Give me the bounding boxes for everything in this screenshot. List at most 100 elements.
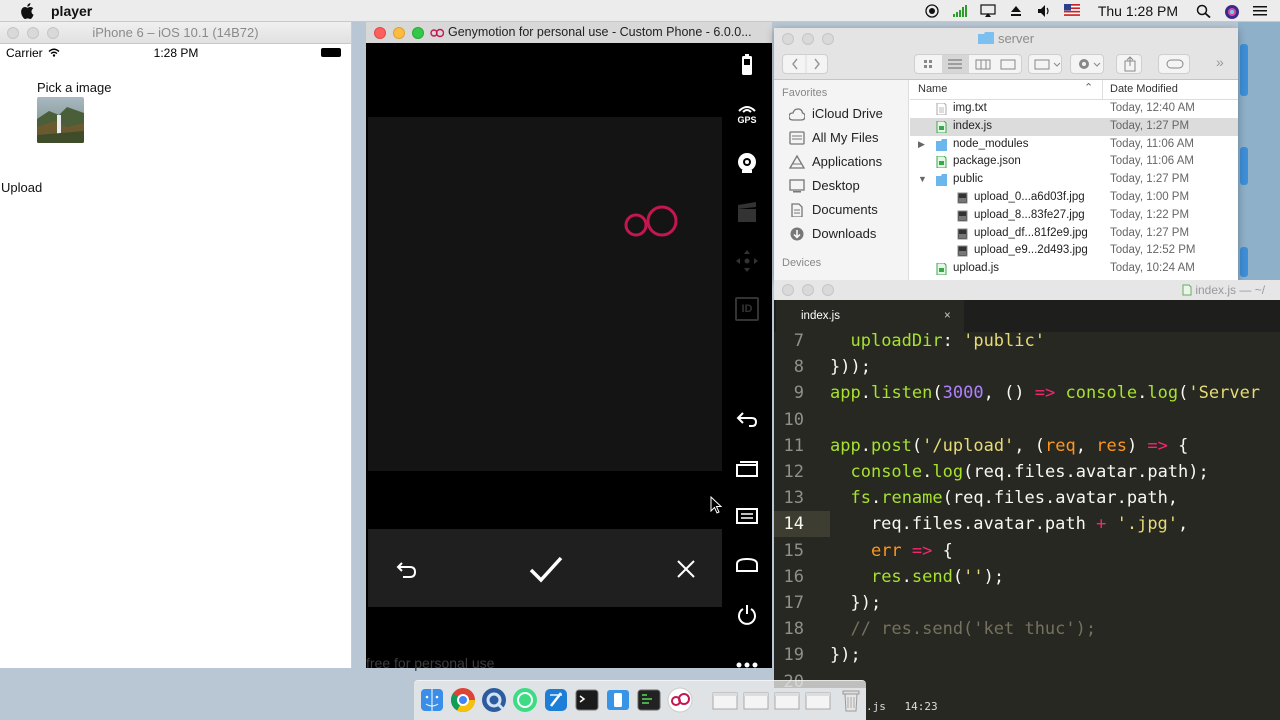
tab-index-js[interactable]: index.js ×	[776, 300, 964, 332]
genymotion-icon[interactable]	[666, 686, 694, 714]
record-icon[interactable]	[924, 4, 940, 18]
terminal-icon[interactable]	[573, 686, 601, 714]
desktop-folder-icon[interactable]	[1240, 247, 1248, 277]
webcam-widget-icon[interactable]	[735, 151, 759, 175]
window-icon[interactable]	[742, 686, 770, 714]
code-line[interactable]: app.listen(3000, () => console.log('Serv…	[830, 380, 1260, 406]
more-options-icon[interactable]	[735, 653, 759, 677]
sidebar-item-icloud-drive[interactable]: iCloud Drive	[774, 102, 908, 126]
android-screen[interactable]: free for personal use	[366, 43, 722, 671]
close-button[interactable]	[7, 27, 19, 39]
file-row[interactable]: upload_0...a6d03f.jpg Today, 1:00 PM	[910, 189, 1238, 207]
code-line[interactable]: fs.rename(req.files.avatar.path,	[830, 485, 1178, 511]
identifiers-widget-icon[interactable]: ID	[735, 297, 759, 321]
code-line[interactable]: uploadDir: 'public'	[830, 332, 1045, 354]
file-row[interactable]: package.json Today, 11:06 AM	[910, 153, 1238, 171]
file-row[interactable]: ▶ node_modules Today, 11:06 AM	[910, 136, 1238, 154]
us-flag-icon[interactable]	[1063, 4, 1080, 18]
zoom-button[interactable]	[47, 27, 59, 39]
signal-icon[interactable]	[952, 4, 968, 18]
selected-image-thumbnail[interactable]	[37, 97, 84, 143]
screencast-widget-icon[interactable]	[735, 201, 759, 225]
desktop-folder-icon[interactable]	[1240, 147, 1248, 185]
xcode-icon[interactable]	[542, 686, 570, 714]
menu-clock[interactable]: Thu 1:28 PM	[1098, 3, 1178, 19]
minimize-button[interactable]	[27, 27, 39, 39]
file-row[interactable]: upload_e9...2d493.jpg Today, 12:52 PM	[910, 242, 1238, 260]
view-mode-buttons[interactable]	[914, 54, 1022, 74]
minimize-button[interactable]	[802, 33, 814, 45]
trash-icon[interactable]	[837, 686, 865, 714]
close-button[interactable]	[374, 27, 386, 39]
zoom-button[interactable]	[822, 33, 834, 45]
simulator-icon[interactable]	[604, 686, 632, 714]
simulator-titlebar[interactable]: iPhone 6 – iOS 10.1 (14B72)	[0, 22, 351, 44]
minimize-button[interactable]	[802, 284, 814, 296]
app-name[interactable]: player	[51, 3, 92, 19]
gps-widget-icon[interactable]: GPS	[735, 103, 759, 127]
code-area[interactable]: uploadDir: 'public'})); app.listen(3000, …	[830, 332, 1280, 688]
chrome-icon[interactable]	[449, 686, 477, 714]
code-line[interactable]: req.files.avatar.path + '.jpg',	[830, 511, 1188, 537]
window-icon[interactable]	[773, 686, 801, 714]
airplay-icon[interactable]	[980, 4, 996, 18]
sidebar-item-desktop[interactable]: Desktop	[774, 174, 908, 198]
file-row[interactable]: index.js Today, 1:27 PM	[910, 117, 1238, 136]
confirm-check-icon[interactable]	[528, 554, 564, 584]
sidebar-item-all-my-files[interactable]: All My Files	[774, 126, 908, 150]
sidebar-item-downloads[interactable]: Downloads	[774, 222, 908, 246]
name-column-header[interactable]: Name	[918, 83, 947, 95]
window-icon[interactable]	[711, 686, 739, 714]
window-icon[interactable]	[804, 686, 832, 714]
share-button[interactable]	[1116, 54, 1142, 74]
battery-widget-icon[interactable]	[735, 53, 759, 77]
date-column-header[interactable]: Date Modified	[1110, 83, 1178, 95]
siri-icon[interactable]	[1224, 4, 1240, 19]
volume-icon[interactable]	[1036, 4, 1052, 18]
pick-image-button[interactable]: Pick a image	[37, 80, 111, 95]
eject-icon[interactable]	[1008, 4, 1024, 18]
file-row[interactable]: ▼ public Today, 1:27 PM	[910, 171, 1238, 189]
genymotion-titlebar[interactable]: Genymotion for personal use - Custom Pho…	[366, 22, 772, 43]
console-icon[interactable]	[635, 686, 663, 714]
close-button[interactable]	[782, 33, 794, 45]
back-forward-buttons[interactable]	[782, 54, 828, 74]
menu-button-icon[interactable]	[735, 505, 759, 529]
disclosure-collapsed-icon[interactable]: ▶	[918, 136, 925, 154]
back-button-icon[interactable]	[735, 407, 759, 431]
home-button-icon[interactable]	[735, 553, 759, 577]
upload-button[interactable]: Upload	[1, 180, 42, 195]
code-line[interactable]: res.send('');	[830, 564, 1004, 590]
code-line[interactable]: err => {	[830, 538, 953, 564]
tags-button[interactable]	[1158, 54, 1190, 74]
action-gear-button[interactable]	[1070, 54, 1104, 74]
file-row[interactable]: upload_8...83fe27.jpg Today, 1:22 PM	[910, 207, 1238, 225]
editor-titlebar[interactable]: index.js — ~/	[774, 280, 1280, 300]
zoom-button[interactable]	[412, 27, 424, 39]
remote-control-widget-icon[interactable]	[735, 249, 759, 273]
file-row[interactable]: upload_df...81f2e9.jpg Today, 1:27 PM	[910, 225, 1238, 243]
power-button-icon[interactable]	[735, 603, 759, 627]
android-icon[interactable]	[511, 686, 539, 714]
code-line[interactable]: // res.send('ket thuc');	[830, 616, 1096, 642]
recent-apps-icon[interactable]	[735, 457, 759, 481]
sidebar-item-documents[interactable]: Documents	[774, 198, 908, 222]
code-line[interactable]: });	[830, 642, 861, 668]
undo-icon[interactable]	[395, 557, 419, 581]
sidebar-item-applications[interactable]: Applications	[774, 150, 908, 174]
finder-titlebar[interactable]: server	[774, 28, 1238, 50]
zoom-button[interactable]	[822, 284, 834, 296]
search-icon[interactable]	[1196, 4, 1212, 19]
notification-center-icon[interactable]	[1252, 4, 1268, 18]
minimize-button[interactable]	[393, 27, 405, 39]
code-line[interactable]: });	[830, 590, 881, 616]
image-crop-viewer[interactable]	[368, 117, 722, 471]
apple-icon[interactable]	[20, 2, 34, 19]
code-line[interactable]: console.log(req.files.avatar.path);	[830, 459, 1208, 485]
close-button[interactable]	[782, 284, 794, 296]
tab-close-icon[interactable]: ×	[944, 300, 951, 332]
group-button[interactable]	[1028, 54, 1062, 74]
disclosure-expanded-icon[interactable]: ▼	[918, 171, 927, 189]
desktop-folder-icon[interactable]	[1240, 44, 1248, 96]
overflow-chevron-icon[interactable]: »	[1216, 54, 1224, 70]
